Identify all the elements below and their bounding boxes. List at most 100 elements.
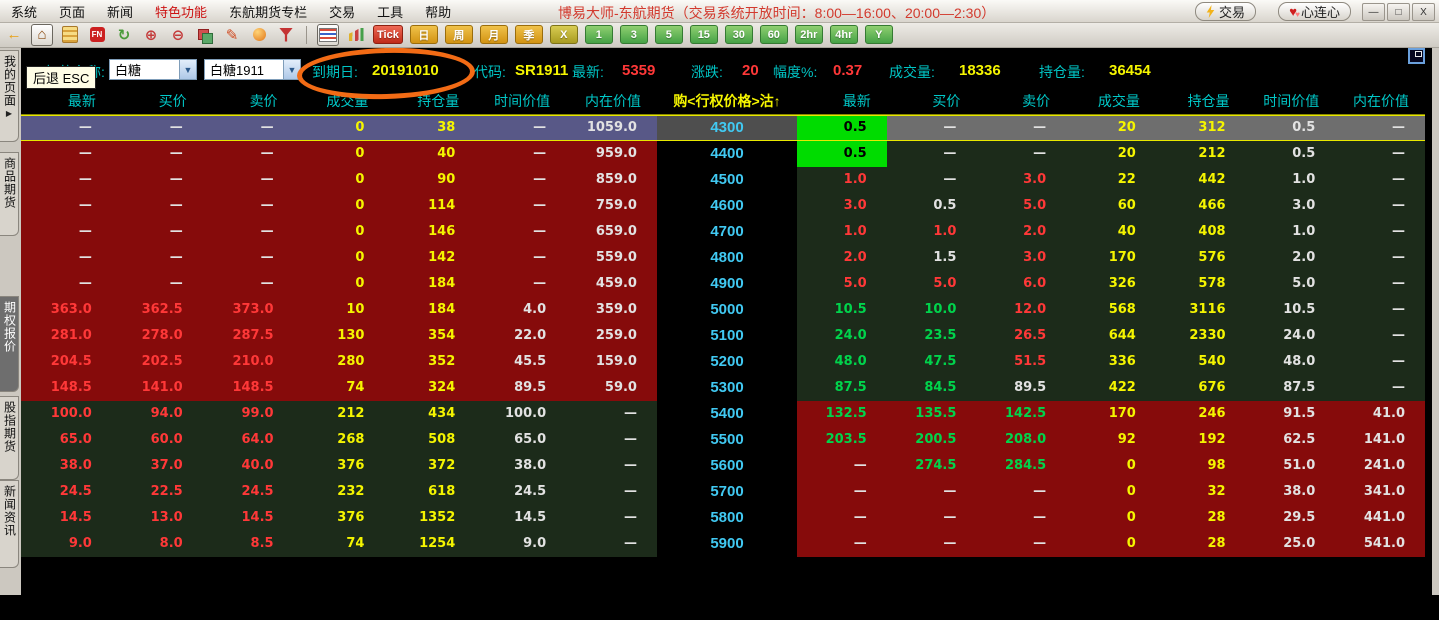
expand-arrow-icon[interactable]: ▶	[6, 109, 12, 118]
period-button-season[interactable]: 季	[515, 25, 543, 44]
put-cell: —	[797, 531, 887, 557]
period-button-m60[interactable]: 60	[760, 25, 788, 44]
put-header-cell[interactable]: 买价	[887, 90, 977, 114]
mdi-restore-icon[interactable]	[1408, 48, 1425, 64]
quote-table-icon[interactable]	[317, 24, 339, 46]
menu-item-features[interactable]: 特色功能	[144, 2, 218, 21]
sidebar-tab-commodity-futures[interactable]: 商品期货	[0, 152, 19, 236]
option-row-5800[interactable]: 14.513.014.5376135214.5—5800———02829.544…	[21, 505, 1425, 531]
contract-select[interactable]: 白糖1911 ▼	[204, 59, 301, 80]
menu-item-broker-column[interactable]: 东航期货专栏	[218, 2, 318, 21]
call-header-cell[interactable]: 买价	[112, 90, 203, 114]
period-button-month[interactable]: 月	[480, 25, 508, 44]
strike-header[interactable]: 购<行权价格>沽↑	[657, 90, 797, 114]
strike-cell: 4700	[657, 219, 797, 245]
fn-news-icon[interactable]: FN	[87, 25, 107, 45]
menu-item-page[interactable]: 页面	[48, 2, 96, 21]
put-header-cell[interactable]: 时间价值	[1246, 90, 1336, 114]
zoom-in-icon[interactable]: ⊕	[141, 25, 161, 45]
edit-icon[interactable]: ✎	[222, 25, 242, 45]
period-button-m5[interactable]: 5	[655, 25, 683, 44]
filter-icon[interactable]	[276, 25, 296, 45]
notebook-icon[interactable]	[60, 25, 80, 45]
option-row-4400[interactable]: ———040—959.044000.5——202120.5—	[21, 141, 1425, 167]
option-row-5900[interactable]: 9.08.08.57412549.0—5900———02825.0541.0	[21, 531, 1425, 557]
option-row-4800[interactable]: ———0142—559.048002.01.53.01705762.0—	[21, 245, 1425, 271]
period-button-week[interactable]: 周	[445, 25, 473, 44]
period-button-tick[interactable]: Tick	[373, 25, 403, 44]
put-cell: 1.0	[797, 219, 887, 245]
period-button-day[interactable]: 日	[410, 25, 438, 44]
menu-item-news[interactable]: 新闻	[96, 2, 144, 21]
period-button-h2[interactable]: 2hr	[795, 25, 823, 44]
option-row-4500[interactable]: ———090—859.045001.0—3.0224421.0—	[21, 167, 1425, 193]
call-header-cell[interactable]: 时间价值	[475, 90, 566, 114]
call-header-cell[interactable]: 内在价值	[566, 90, 657, 114]
option-row-4900[interactable]: ———0184—459.049005.05.06.03265785.0—	[21, 271, 1425, 297]
call-header-cell[interactable]: 持仓量	[384, 90, 475, 114]
sidebar-tab-option-quotes[interactable]: 期权报价	[0, 296, 19, 392]
put-cell: 0.5	[797, 116, 887, 140]
put-header-cell[interactable]: 内在价值	[1335, 90, 1425, 114]
menu-item-tools[interactable]: 工具	[366, 2, 414, 21]
vertical-scrollbar[interactable]	[1432, 48, 1439, 595]
sidebar-tab-news-info[interactable]: 新闻资讯	[0, 480, 19, 568]
trade-button[interactable]: 交易	[1195, 2, 1256, 21]
option-row-5600[interactable]: 38.037.040.037637238.0—5600—274.5284.509…	[21, 453, 1425, 479]
menu-item-help[interactable]: 帮助	[414, 2, 462, 21]
option-row-5300[interactable]: 148.5141.0148.57432489.559.0530087.584.5…	[21, 375, 1425, 401]
option-row-5000[interactable]: 363.0362.5373.0101844.0359.0500010.510.0…	[21, 297, 1425, 323]
call-cell: 142	[384, 245, 475, 271]
option-row-5100[interactable]: 281.0278.0287.513035422.0259.0510024.023…	[21, 323, 1425, 349]
period-button-m15[interactable]: 15	[690, 25, 718, 44]
chart-icon[interactable]	[346, 25, 366, 45]
period-button-year[interactable]: Y	[865, 25, 893, 44]
period-button-x[interactable]: X	[550, 25, 578, 44]
put-header-cell[interactable]: 成交量	[1066, 90, 1156, 114]
option-row-4600[interactable]: ———0114—759.046003.00.55.0604663.0—	[21, 193, 1425, 219]
option-row-4700[interactable]: ———0146—659.047001.01.02.0404081.0—	[21, 219, 1425, 245]
copy-icon[interactable]	[195, 25, 215, 45]
refresh-icon[interactable]: ↻	[114, 25, 134, 45]
option-row-5400[interactable]: 100.094.099.0212434100.0—5400132.5135.51…	[21, 401, 1425, 427]
put-header-cell[interactable]: 最新	[797, 90, 887, 114]
period-button-m3[interactable]: 3	[620, 25, 648, 44]
home-icon[interactable]: ⌂	[31, 24, 53, 46]
call-header-cell[interactable]: 最新	[21, 90, 112, 114]
put-header-cell[interactable]: 持仓量	[1156, 90, 1246, 114]
sidebar-tab-index-futures[interactable]: 股指期货	[0, 396, 19, 480]
put-cell: —	[887, 531, 977, 557]
alarm-icon[interactable]	[249, 25, 269, 45]
call-cell: —	[112, 271, 203, 297]
put-side: 24.023.526.5644233024.0—	[797, 323, 1425, 349]
close-button[interactable]: X	[1412, 3, 1435, 21]
call-cell: —	[566, 479, 657, 505]
zoom-out-icon[interactable]: ⊖	[168, 25, 188, 45]
put-cell: 442	[1156, 167, 1246, 193]
put-cell: 98	[1156, 453, 1246, 479]
menu-item-trade[interactable]: 交易	[318, 2, 366, 21]
call-side: ———090—859.0	[21, 167, 657, 193]
call-header-cell[interactable]: 成交量	[294, 90, 385, 114]
option-row-5200[interactable]: 204.5202.5210.028035245.5159.0520048.047…	[21, 349, 1425, 375]
put-cell: 84.5	[887, 375, 977, 401]
put-header-cell[interactable]: 卖价	[976, 90, 1066, 114]
option-row-5700[interactable]: 24.522.524.523261824.5—5700———03238.0341…	[21, 479, 1425, 505]
menu-item-system[interactable]: 系统	[0, 2, 48, 21]
code-value: SR1911	[515, 62, 568, 79]
option-row-5500[interactable]: 65.060.064.026850865.0—5500203.5200.5208…	[21, 427, 1425, 453]
put-cell: —	[887, 116, 977, 140]
code-label: 代码:	[474, 62, 506, 82]
sidebar-tab-my-pages[interactable]: 我的页面▶	[0, 50, 19, 142]
period-button-m30[interactable]: 30	[725, 25, 753, 44]
put-cell: 22	[1066, 167, 1156, 193]
restore-button[interactable]: □	[1387, 3, 1410, 21]
heart-link-button[interactable]: ♥ 心连心	[1278, 2, 1351, 21]
period-button-h4[interactable]: 4hr	[830, 25, 858, 44]
back-icon[interactable]: ←	[4, 25, 24, 45]
underlying-select[interactable]: 白糖 ▼	[109, 59, 197, 80]
option-row-4300[interactable]: ———038—1059.043000.5——203120.5—	[21, 115, 1425, 141]
minimize-button[interactable]: —	[1362, 3, 1385, 21]
period-button-m1[interactable]: 1	[585, 25, 613, 44]
call-header-cell[interactable]: 卖价	[203, 90, 294, 114]
